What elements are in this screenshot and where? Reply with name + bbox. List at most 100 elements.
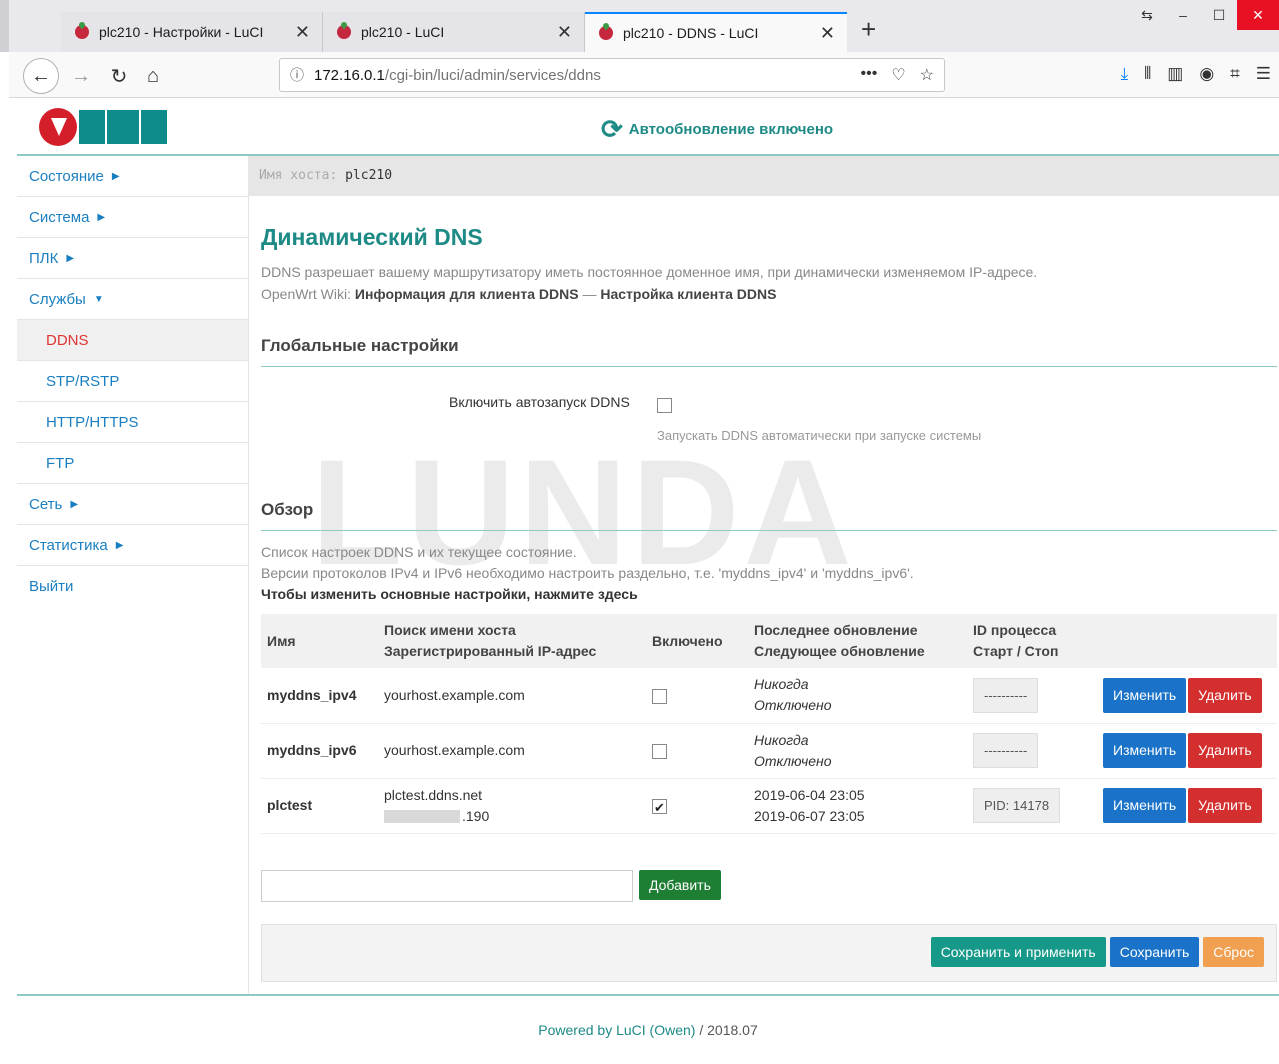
- enabled-checkbox[interactable]: [652, 743, 667, 759]
- browser-tab[interactable]: plc210 - Настройки - LuCI ✕: [61, 12, 323, 52]
- page-title: Динамический DNS: [261, 224, 483, 250]
- home-icon[interactable]: ⌂: [139, 62, 167, 90]
- page-footer: Powered by LuCI (Owen) / 2018.07: [17, 994, 1279, 1064]
- page-actions-icon[interactable]: •••: [861, 65, 878, 85]
- owen-logo[interactable]: [39, 108, 167, 146]
- sidebar-icon[interactable]: ▥: [1167, 64, 1183, 84]
- wiki-link-setup[interactable]: Настройка клиента DDNS: [600, 286, 776, 302]
- new-tab-icon[interactable]: +: [861, 14, 876, 45]
- col-header-name: Имя: [261, 614, 378, 668]
- checkbox[interactable]: [657, 397, 672, 413]
- tab-title: plc210 - Настройки - LuCI: [99, 24, 264, 40]
- row-name: myddns_ipv4: [261, 668, 378, 724]
- next-update: 2019-06-07 23:05: [754, 807, 865, 824]
- save-button[interactable]: Сохранить: [1109, 937, 1200, 967]
- url-bar[interactable]: ⓘ 172.16.0.1 /cgi-bin/luci/admin/service…: [279, 58, 945, 92]
- row-name: plctest: [261, 778, 378, 834]
- luci-page: ⟳ Автообновление включено Состояние ▶ Сис…: [17, 98, 1279, 1064]
- sidebar-item-network[interactable]: Сеть ▶: [17, 484, 248, 525]
- table-row: myddns_ipv4 yourhost.example.com Никогда…: [261, 668, 1277, 724]
- pocket-icon[interactable]: ♡: [891, 65, 905, 85]
- delete-button[interactable]: Удалить: [1188, 677, 1262, 713]
- browser-tab[interactable]: plc210 - LuCI ✕: [323, 12, 585, 52]
- wiki-separator: —: [578, 286, 601, 302]
- hostname-value: plc210: [345, 168, 393, 183]
- page-description: DDNS разрешает вашему маршрутизатору име…: [261, 264, 1038, 280]
- edit-button[interactable]: Изменить: [1103, 733, 1187, 768]
- sidebar-item-label: Состояние: [29, 167, 104, 185]
- new-service-input[interactable]: [261, 870, 633, 902]
- delete-button[interactable]: Удалить: [1188, 733, 1262, 768]
- row-name: myddns_ipv6: [261, 723, 378, 779]
- reset-button[interactable]: Сброс: [1203, 937, 1264, 967]
- edit-button[interactable]: Изменить: [1103, 677, 1187, 713]
- minimize-icon[interactable]: –: [1165, 0, 1201, 30]
- row-actions: Изменить Удалить: [1097, 668, 1277, 724]
- info-icon[interactable]: ⓘ: [290, 65, 304, 85]
- next-update: Отключено: [754, 752, 832, 769]
- sidebar-item-label: DDNS: [46, 331, 89, 349]
- lookup-host: plctest.ddns.net: [384, 786, 483, 803]
- maximize-icon[interactable]: ☐: [1201, 0, 1237, 30]
- bookmark-star-icon[interactable]: ☆: [920, 65, 934, 85]
- col-header-lookup-2: Зарегистрированный IP-адрес: [384, 643, 597, 659]
- caret-right-icon: ▶: [97, 211, 106, 223]
- reload-icon[interactable]: ↻: [105, 62, 133, 90]
- row-pid: ----------: [967, 668, 1097, 724]
- sidebar-item-logout[interactable]: Выйти: [17, 566, 248, 607]
- col-header-pid-2: Старт / Стоп: [973, 643, 1059, 659]
- sidebar-item-stp-rstp[interactable]: STP/RSTP: [17, 361, 248, 402]
- basic-settings-link[interactable]: Чтобы изменить основные настройки, нажми…: [261, 586, 638, 602]
- close-icon[interactable]: ✕: [295, 22, 310, 43]
- hostname-label: Имя хоста:: [259, 168, 338, 183]
- browser-tab-active[interactable]: plc210 - DDNS - LuCI ✕: [585, 12, 847, 52]
- row-actions: Изменить Удалить: [1097, 723, 1277, 779]
- row-host: plctest.ddns.net .190: [378, 778, 646, 834]
- row-host: yourhost.example.com: [378, 668, 646, 724]
- sidebar-item-statistics[interactable]: Статистика ▶: [17, 525, 248, 566]
- url-path: /cgi-bin/luci/admin/services/ddns: [384, 66, 601, 84]
- download-icon[interactable]: ⤓: [1121, 64, 1129, 84]
- sidebar-item-http-https[interactable]: HTTP/HTTPS: [17, 402, 248, 443]
- forward-arrow-icon[interactable]: →: [67, 62, 95, 90]
- caret-right-icon: ▶: [115, 539, 124, 551]
- start-stop-button[interactable]: ----------: [973, 733, 1039, 768]
- library-icon[interactable]: ⫴: [1144, 64, 1151, 84]
- add-button[interactable]: Добавить: [639, 870, 721, 900]
- back-arrow-icon[interactable]: ←: [23, 58, 59, 94]
- col-header-pid: ID процесса Старт / Стоп: [967, 614, 1097, 668]
- autostart-checkbox[interactable]: [657, 396, 672, 413]
- close-icon[interactable]: ✕: [820, 23, 835, 44]
- start-stop-button[interactable]: PID: 14178: [973, 788, 1061, 823]
- enabled-checkbox[interactable]: [652, 688, 667, 704]
- close-icon[interactable]: ✕: [557, 22, 572, 43]
- sidebar-item-status[interactable]: Состояние ▶: [17, 156, 248, 197]
- enabled-checkbox[interactable]: [652, 797, 667, 818]
- hostname-bar: Имя хоста: plc210: [249, 156, 1279, 196]
- sidebar-item-ddns[interactable]: DDNS: [17, 320, 248, 361]
- sidebar-item-label: Статистика: [29, 536, 108, 554]
- delete-button[interactable]: Удалить: [1188, 788, 1262, 823]
- last-update: Никогда: [754, 731, 809, 748]
- autostart-label: Включить автозапуск DDNS: [449, 394, 630, 410]
- window-controls: ⇆ – ☐ ✕: [1129, 0, 1279, 36]
- sidebar-item-system[interactable]: Система ▶: [17, 197, 248, 238]
- browser-tab-bar: plc210 - Настройки - LuCI ✕ plc210 - LuC…: [0, 0, 1279, 52]
- sidebar-item-services[interactable]: Службы ▼: [17, 279, 248, 320]
- start-stop-button[interactable]: ----------: [973, 677, 1039, 713]
- edit-button[interactable]: Изменить: [1103, 788, 1187, 823]
- col-header-pid-1: ID процесса: [973, 622, 1057, 638]
- caret-right-icon: ▶: [66, 252, 75, 264]
- sidebar-item-plc[interactable]: ПЛК ▶: [17, 238, 248, 279]
- save-apply-button[interactable]: Сохранить и применить: [930, 937, 1106, 967]
- sidebar: Состояние ▶ Система ▶ ПЛК ▶ Службы ▼ DDNS ST…: [17, 156, 249, 994]
- sidebar-item-ftp[interactable]: FTP: [17, 443, 248, 484]
- account-icon[interactable]: ◉: [1199, 64, 1214, 84]
- autorefresh-toggle[interactable]: ⟳ Автообновление включено: [601, 114, 833, 145]
- wiki-link-info[interactable]: Информация для клиента DDNS: [355, 286, 579, 302]
- restore-tabs-icon[interactable]: ⇆: [1129, 0, 1165, 30]
- powered-by-link[interactable]: Powered by LuCI (Owen): [538, 1022, 695, 1038]
- menu-icon[interactable]: ☰: [1256, 64, 1271, 84]
- window-close-icon[interactable]: ✕: [1237, 0, 1279, 30]
- screenshot-icon[interactable]: ⌗: [1230, 64, 1240, 84]
